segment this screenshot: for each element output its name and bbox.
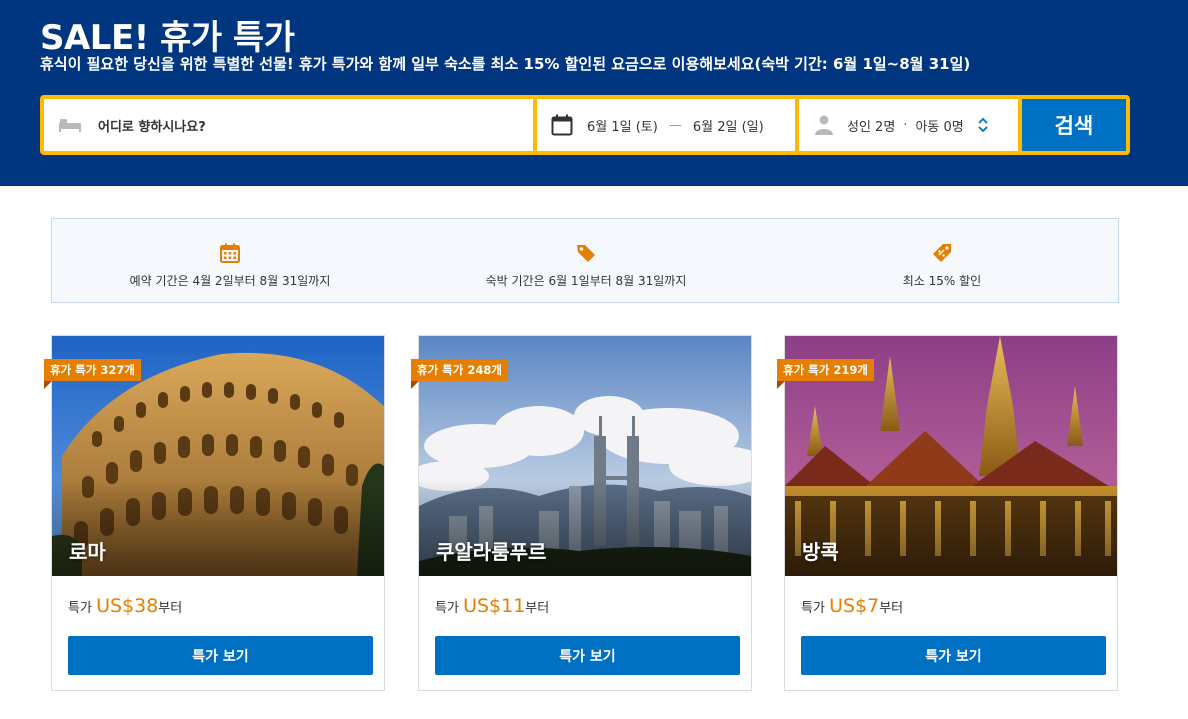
guests-separator: ·	[903, 117, 908, 133]
price-amount: US$11	[463, 595, 526, 617]
info-label: 최소 15% 할인	[902, 274, 982, 288]
adults-count: 성인 2명	[847, 119, 896, 135]
price-suffix: 부터	[158, 601, 183, 616]
info-label: 예약 기간은 4월 2일부터 8월 31일까지	[129, 274, 331, 288]
destination-placeholder: 어디로 향하시나요?	[98, 119, 206, 135]
view-deals-button[interactable]: 특가 보기	[801, 636, 1106, 675]
price-suffix: 부터	[879, 601, 904, 616]
price-text: 특가 US$11부터	[435, 595, 549, 617]
date-separator: —	[668, 117, 682, 133]
price-amount: US$7	[829, 595, 880, 617]
city-name: 방콕	[802, 540, 839, 564]
chevron-updown-icon	[978, 117, 988, 133]
info-discount: 최소 15% 할인	[764, 219, 1120, 302]
deal-card-kuala-lumpur[interactable]: 쿠알라룸푸르 특가 US$11부터 특가 보기	[418, 335, 752, 691]
children-count: 아동 0명	[915, 119, 964, 135]
guests-selector[interactable]: 성인 2명 · 아동 0명	[799, 99, 1018, 151]
calendar-icon	[551, 113, 575, 137]
price-prefix: 특가	[435, 601, 464, 616]
view-deals-button[interactable]: 특가 보기	[68, 636, 373, 675]
person-icon	[815, 113, 837, 137]
tag-icon	[576, 243, 596, 263]
checkout-date: 6월 2일 (일)	[692, 119, 764, 135]
calendar-icon	[220, 243, 240, 263]
page-title: SALE! 휴가 특가	[40, 18, 295, 58]
search-button[interactable]: 검색	[1022, 99, 1126, 151]
hero-banner: SALE! 휴가 특가 휴식이 필요한 당신을 위한 특별한 선물! 휴가 특가…	[0, 0, 1188, 186]
destination-input[interactable]: 어디로 향하시나요?	[44, 99, 533, 151]
price-text: 특가 US$7부터	[801, 595, 903, 617]
price-amount: US$38	[96, 595, 159, 617]
hero-subtitle: 휴식이 필요한 당신을 위한 특별한 선물! 휴가 특가와 함께 일부 숙소를 …	[40, 55, 971, 73]
deal-count-badge: 휴가 특가 327개	[44, 359, 141, 389]
info-booking-period: 예약 기간은 4월 2일부터 8월 31일까지	[52, 219, 408, 302]
deal-count-badge: 휴가 특가 248개	[411, 359, 508, 389]
info-stay-period: 숙박 기간은 6월 1일부터 8월 31일까지	[408, 219, 764, 302]
price-text: 특가 US$38부터	[68, 595, 182, 617]
city-name: 쿠알라룸푸르	[436, 540, 547, 564]
deal-card-rome[interactable]: 로마 특가 US$38부터 특가 보기	[51, 335, 385, 691]
price-prefix: 특가	[68, 601, 97, 616]
deal-count-badge: 휴가 특가 219개	[777, 359, 874, 389]
promo-info-bar: 예약 기간은 4월 2일부터 8월 31일까지 숙박 기간은 6월 1일부터 8…	[51, 218, 1119, 303]
view-deals-button[interactable]: 특가 보기	[435, 636, 740, 675]
price-suffix: 부터	[525, 601, 550, 616]
discount-tag-icon	[932, 243, 952, 263]
checkin-date: 6월 1일 (토)	[587, 119, 658, 135]
info-label: 숙박 기간은 6월 1일부터 8월 31일까지	[485, 274, 687, 288]
price-prefix: 특가	[801, 601, 830, 616]
city-name: 로마	[69, 540, 106, 564]
date-picker[interactable]: 6월 1일 (토) — 6월 2일 (일)	[537, 99, 795, 151]
search-bar: 어디로 향하시나요? 6월 1일 (토) — 6월 2일 (일) 성인 2명 ·…	[40, 95, 1130, 155]
bed-icon	[58, 113, 82, 137]
deal-card-bangkok[interactable]: 방콕 특가 US$7부터 특가 보기	[784, 335, 1118, 691]
